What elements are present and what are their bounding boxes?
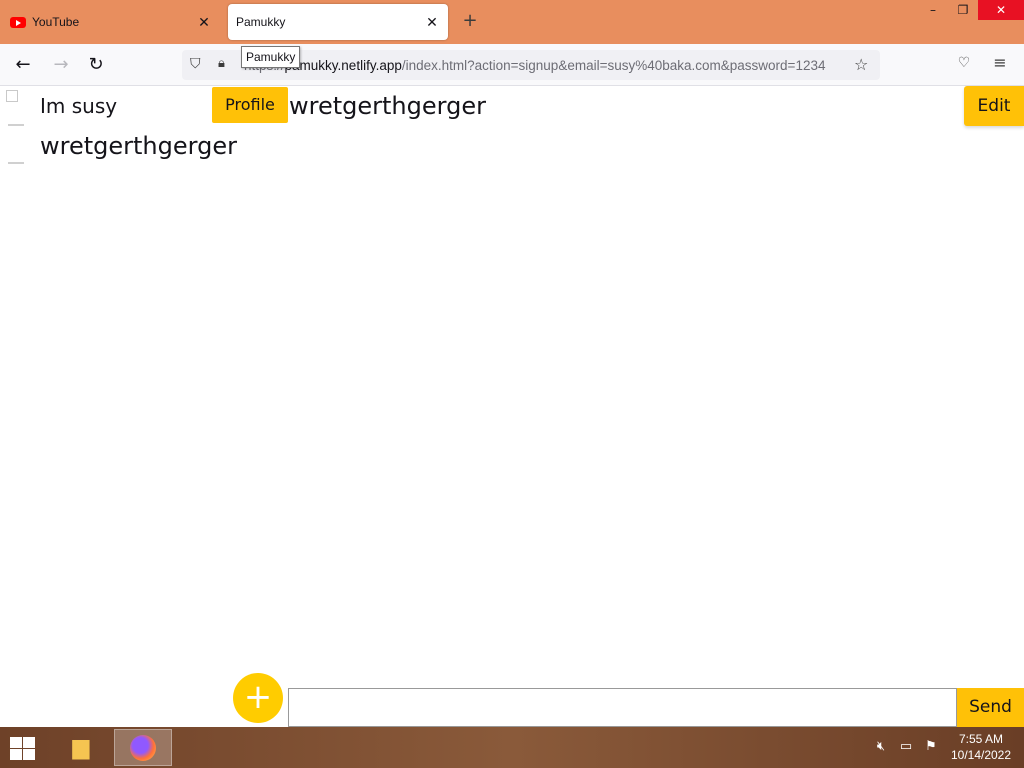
url-text[interactable]: https://pamukky.netlify.app/index.html?a… <box>244 58 844 73</box>
volume-muted-icon[interactable]: 🔇︎ <box>872 739 890 755</box>
tab-strip: YouTube ✕ Pamukky ✕ + – ❐ ✕ <box>0 0 1024 44</box>
firefox-icon <box>130 735 156 761</box>
message-item: wretgerthgerger <box>40 132 237 160</box>
youtube-icon <box>10 16 26 28</box>
windows-taskbar: ▆ 🔇︎ ▭ ⚑ 7:55 AM 10/14/2022 <box>0 727 1024 768</box>
add-button[interactable]: + <box>233 673 283 723</box>
tab-label: Pamukky <box>236 15 286 29</box>
tab-youtube[interactable]: YouTube ✕ <box>4 4 220 40</box>
forward-arrow-icon[interactable]: → <box>48 52 74 78</box>
close-window-icon[interactable]: ✕ <box>978 0 1024 20</box>
file-explorer-icon[interactable]: ▆ <box>62 732 100 764</box>
tab-pamukky[interactable]: Pamukky ✕ <box>228 4 448 40</box>
message-input[interactable] <box>288 688 957 727</box>
network-icon[interactable]: ▭ <box>897 739 915 755</box>
system-clock[interactable]: 7:55 AM 10/14/2022 <box>948 731 1014 763</box>
side-divider <box>8 124 24 126</box>
profile-button[interactable]: Profile <box>212 87 288 123</box>
clock-date: 10/14/2022 <box>950 748 1012 762</box>
restore-icon[interactable]: ❐ <box>948 0 978 20</box>
close-tab-icon[interactable]: ✕ <box>196 14 212 30</box>
window-controls: – ❐ ✕ <box>918 0 1024 22</box>
tab-label: YouTube <box>32 15 80 29</box>
pocket-icon[interactable]: ♡ <box>954 55 974 75</box>
action-center-flag-icon[interactable]: ⚑ <box>922 739 940 755</box>
back-arrow-icon[interactable]: ← <box>10 52 36 78</box>
lock-icon[interactable]: 🔒︎ <box>218 56 232 74</box>
header-status-text: wretgerthgerger <box>289 92 486 120</box>
page-content: Im susy Profile wretgerthgerger Edit wre… <box>0 86 1024 727</box>
broken-image-icon <box>6 90 18 102</box>
send-button[interactable]: Send <box>957 688 1024 727</box>
firefox-taskbar-button[interactable] <box>114 729 172 766</box>
windows-start-icon[interactable] <box>8 735 38 761</box>
side-divider <box>8 162 24 164</box>
minimize-icon[interactable]: – <box>918 0 948 20</box>
navigation-toolbar: ← → ↻ ⛉ 🔒︎ https://pamukky.netlify.app/i… <box>0 44 1024 86</box>
hamburger-menu-icon[interactable]: ≡ <box>990 53 1010 73</box>
url-path: /index.html?action=signup&email=susy%40b… <box>401 58 826 73</box>
edit-button[interactable]: Edit <box>964 86 1024 126</box>
bookmark-star-icon[interactable]: ☆ <box>854 55 872 74</box>
url-domain: pamukky.netlify.app <box>284 58 402 73</box>
username-label: Im susy <box>40 94 118 118</box>
reload-icon[interactable]: ↻ <box>83 52 109 78</box>
tab-tooltip: Pamukky <box>241 46 301 68</box>
clock-time: 7:55 AM <box>958 732 1004 746</box>
tracking-shield-icon[interactable]: ⛉ <box>190 56 206 74</box>
close-tab-icon[interactable]: ✕ <box>424 14 440 30</box>
new-tab-button[interactable]: + <box>458 10 482 34</box>
